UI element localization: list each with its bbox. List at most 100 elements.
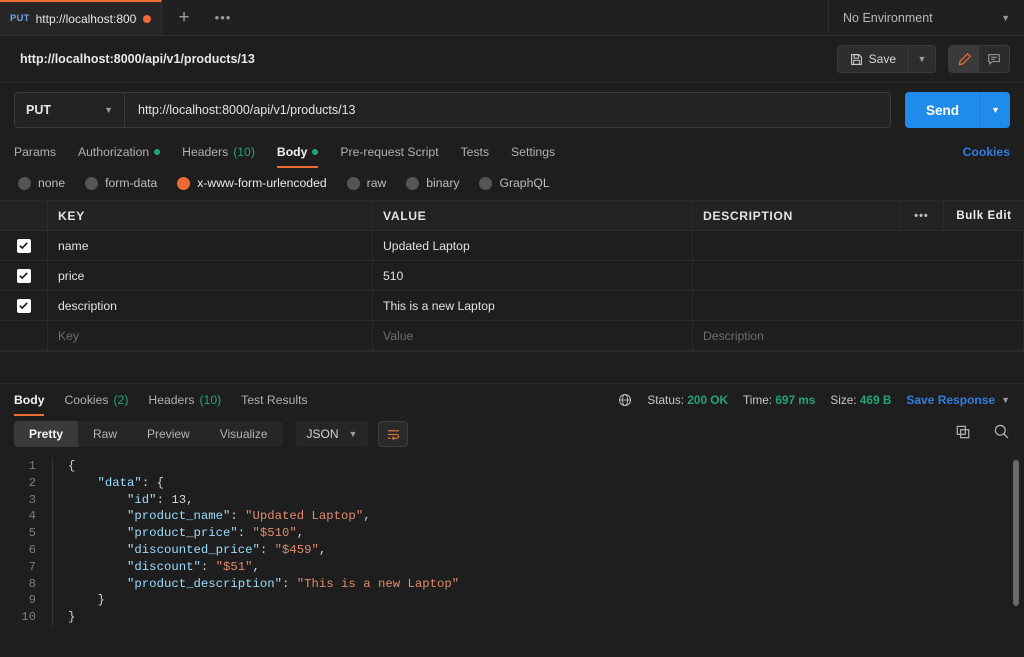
send-options-button[interactable]: ▼	[980, 92, 1010, 128]
save-response-button[interactable]: Save Response ▼	[906, 393, 1010, 407]
body-type-x-www-form-urlencoded[interactable]: x-www-form-urlencoded	[177, 176, 327, 190]
http-method-value: PUT	[26, 103, 51, 117]
tab-label: Headers	[148, 392, 195, 407]
row-checkbox[interactable]	[0, 231, 48, 260]
comment-icon	[988, 54, 1000, 65]
new-value-input[interactable]: Value	[373, 321, 693, 350]
bulk-edit-button[interactable]: Bulk Edit	[944, 201, 1024, 230]
edit-request-button[interactable]	[949, 46, 979, 72]
response-tab-headers[interactable]: Headers (10)	[148, 385, 221, 415]
request-tab[interactable]: PUT http://localhost:8000/a	[0, 0, 162, 35]
status-label: Status:	[647, 392, 685, 407]
response-format-select[interactable]: JSON ▼	[295, 421, 369, 448]
fold-gutter[interactable]	[52, 609, 64, 626]
row-description[interactable]	[693, 231, 1024, 260]
tab-tests[interactable]: Tests	[461, 137, 489, 167]
column-header-value: VALUE	[373, 201, 693, 230]
fold-gutter[interactable]	[52, 558, 64, 576]
response-body-code[interactable]: 1{2 "data": {3 "id": 13, 4 "product_name"…	[0, 454, 1024, 657]
view-mode-pretty[interactable]: Pretty	[14, 421, 79, 448]
view-mode-preview[interactable]: Preview	[132, 421, 205, 447]
new-key-input[interactable]: Key	[48, 321, 373, 350]
row-description[interactable]	[693, 291, 1024, 320]
body-type-label: GraphQL	[499, 176, 550, 190]
row-key[interactable]: name	[48, 231, 373, 260]
row-description[interactable]	[693, 261, 1024, 290]
code-line: 8 "product_description": "This is a new …	[0, 575, 1024, 593]
save-button[interactable]: Save	[838, 46, 908, 72]
view-mode-raw[interactable]: Raw	[78, 421, 132, 447]
body-type-none[interactable]: none	[18, 176, 65, 190]
table-options-button[interactable]: •••	[900, 201, 944, 230]
tab-label: Cookies	[64, 392, 109, 407]
modified-dot-icon	[312, 149, 319, 155]
code-text: }	[68, 610, 76, 625]
cookies-link[interactable]: Cookies	[963, 145, 1010, 159]
fold-gutter[interactable]	[52, 575, 64, 593]
body-type-label: raw	[366, 176, 387, 190]
search-icon	[994, 424, 1009, 439]
fold-gutter[interactable]	[52, 525, 64, 542]
tab-label: Authorization	[78, 145, 150, 159]
tab-pre-request-script[interactable]: Pre-request Script	[340, 137, 438, 167]
body-type-raw[interactable]: raw	[346, 176, 387, 190]
table-row[interactable]: description This is a new Laptop	[0, 291, 1024, 321]
save-options-button[interactable]: ▼	[908, 46, 935, 72]
tab-headers[interactable]: Headers (10)	[182, 137, 255, 167]
row-key[interactable]: price	[48, 261, 373, 290]
new-description-input[interactable]: Description	[693, 321, 1024, 350]
request-tab-title: http://localhost:8000/a	[35, 11, 137, 26]
line-number: 6	[28, 543, 36, 557]
ellipsis-icon: •••	[914, 209, 929, 222]
code-line: 4 "product_name": "Updated Laptop",	[0, 508, 1024, 526]
response-tab-test-results[interactable]: Test Results	[241, 385, 307, 415]
environment-selector[interactable]: No Environment ▼	[828, 0, 1024, 35]
body-type-form-data[interactable]: form-data	[85, 176, 157, 190]
response-tab-cookies[interactable]: Cookies (2)	[64, 385, 128, 415]
body-type-label: form-data	[105, 176, 158, 190]
copy-button[interactable]	[955, 424, 971, 445]
request-title-bar: http://localhost:8000/api/v1/products/13…	[0, 36, 1024, 83]
tab-settings[interactable]: Settings	[511, 137, 555, 167]
time-value: 697 ms	[775, 392, 816, 407]
row-value[interactable]: 510	[373, 261, 693, 290]
tab-body[interactable]: Body	[276, 137, 319, 168]
http-method-select[interactable]: PUT ▼	[14, 92, 124, 128]
fold-gutter[interactable]	[52, 592, 64, 610]
fold-gutter[interactable]	[52, 542, 64, 559]
code-line: 6 "discounted_price": "$459",	[0, 542, 1024, 559]
send-button[interactable]: Send	[905, 92, 980, 128]
tab-params[interactable]: Params	[14, 137, 56, 167]
globe-icon	[619, 393, 632, 406]
tab-authorization[interactable]: Authorization	[78, 137, 161, 167]
word-wrap-button[interactable]	[378, 421, 409, 448]
body-type-binary[interactable]: binary	[406, 176, 459, 190]
response-tabs: Body Cookies (2) Headers (10) Test Resul…	[0, 383, 1024, 416]
fold-gutter[interactable]	[52, 508, 64, 526]
row-key[interactable]: description	[48, 291, 373, 320]
response-scrollbar[interactable]	[1013, 460, 1019, 607]
table-row[interactable]: price 510	[0, 261, 1024, 291]
url-input[interactable]: http://localhost:8000/api/v1/products/13	[124, 92, 891, 128]
status-value: 200 OK	[687, 392, 728, 407]
body-type-graphql[interactable]: GraphQL	[479, 176, 550, 190]
row-value[interactable]: This is a new Laptop	[373, 291, 693, 320]
response-tab-body[interactable]: Body	[14, 385, 45, 416]
search-button[interactable]	[993, 423, 1010, 445]
table-row[interactable]: name Updated Laptop	[0, 231, 1024, 261]
new-tab-button[interactable]: +	[162, 0, 206, 35]
row-checkbox[interactable]	[0, 261, 48, 290]
comments-button[interactable]	[979, 46, 1009, 72]
view-mode-visualize[interactable]: Visualize	[205, 421, 283, 447]
fold-gutter[interactable]	[52, 491, 64, 509]
table-row-placeholder[interactable]: Key Value Description	[0, 321, 1024, 351]
more-tabs-button[interactable]: •••	[206, 0, 240, 35]
tab-label: Pre-request Script	[340, 145, 439, 159]
fold-gutter[interactable]	[52, 474, 64, 492]
row-value[interactable]: Updated Laptop	[373, 231, 693, 260]
row-checkbox[interactable]	[0, 291, 48, 320]
size-value: 469 B	[859, 392, 892, 407]
row-checkbox-empty[interactable]	[0, 321, 48, 350]
floppy-disk-icon	[850, 53, 862, 65]
fold-gutter[interactable]	[52, 458, 64, 475]
